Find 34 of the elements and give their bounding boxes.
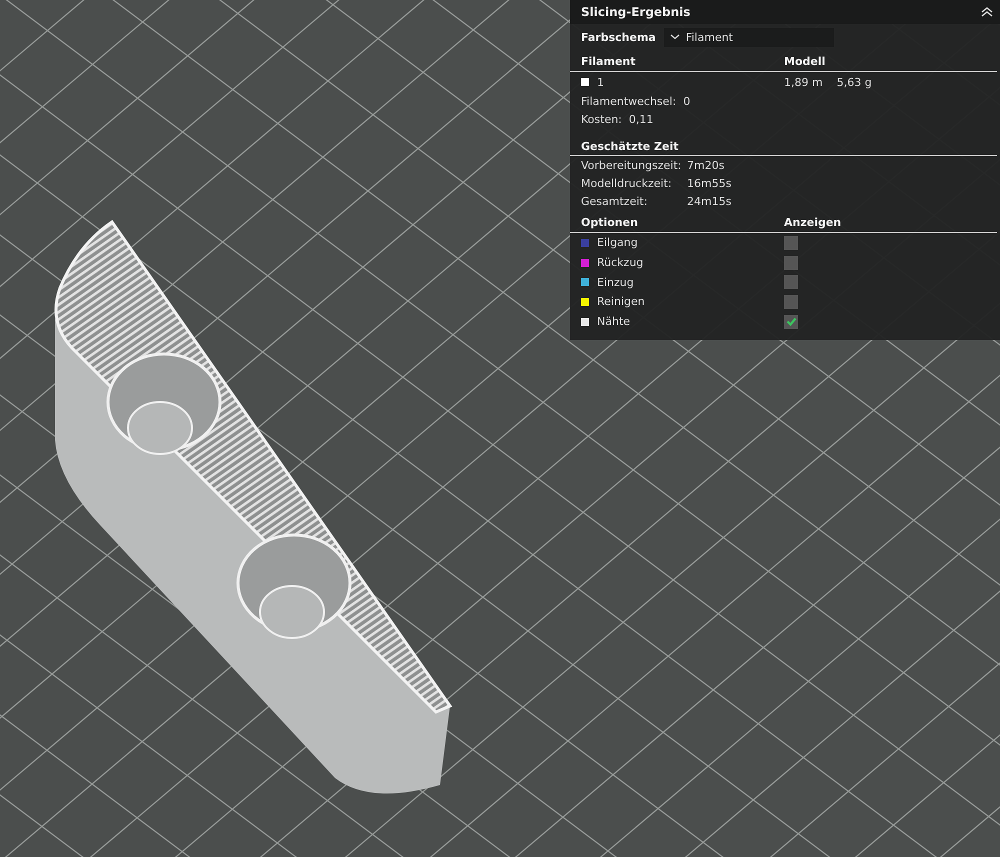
time-label: Modelldruckzeit:: [581, 176, 673, 190]
collapse-button[interactable]: [980, 6, 994, 18]
panel-title: Slicing-Ergebnis: [581, 5, 690, 19]
stat-value: 0: [683, 94, 690, 108]
show-checkbox[interactable]: [784, 256, 798, 270]
option-label: Nähte: [597, 315, 630, 328]
show-checkbox[interactable]: [784, 294, 798, 309]
column-header: Modell: [784, 55, 826, 68]
time-label: Vorbereitungszeit:: [581, 158, 682, 172]
stat-label: Filamentwechsel:: [581, 94, 676, 108]
double-chevron-up-icon: [980, 6, 994, 18]
show-checkbox[interactable]: [784, 236, 798, 250]
filament-name: 1: [597, 76, 604, 88]
filament-length: 1,89 m: [784, 76, 823, 88]
section-title: Geschätzte Zeit: [581, 140, 678, 152]
stat-label: Kosten:: [581, 112, 622, 126]
stat-value: 0,11: [628, 112, 654, 126]
time-label: Gesamtzeit:: [581, 194, 648, 208]
chevron-down-icon: [670, 34, 680, 40]
show-checkbox[interactable]: [784, 275, 798, 290]
time-value: 16m55s: [687, 176, 732, 190]
filament-weight: 5,63 g: [836, 76, 872, 88]
time-value: 24m15s: [687, 194, 732, 208]
column-header: Optionen: [581, 216, 639, 229]
option-label: Eilgang: [597, 236, 638, 250]
color-scheme-dropdown[interactable]: Filament: [664, 28, 834, 46]
color-scheme-label: Farbschema: [581, 30, 656, 44]
option-label: Reinigen: [597, 295, 645, 308]
option-label: Rückzug: [597, 256, 644, 270]
column-header: Filament: [581, 55, 636, 68]
column-header: Anzeigen: [784, 216, 842, 229]
option-label: Einzug: [597, 276, 634, 289]
show-checkbox[interactable]: [784, 314, 798, 329]
time-value: 7m20s: [687, 158, 724, 172]
